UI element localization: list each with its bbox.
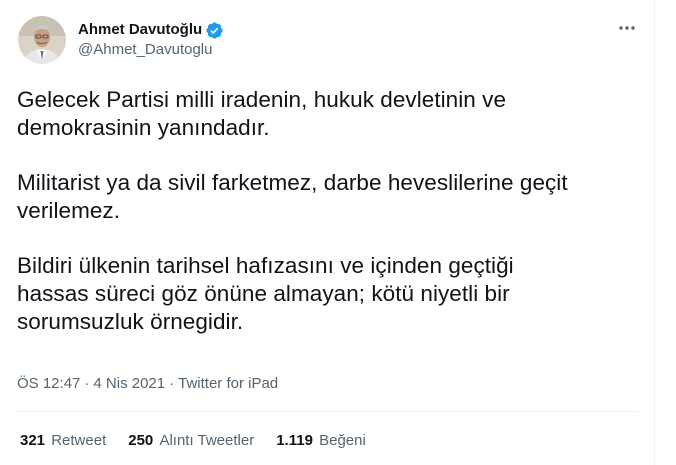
- tweet-paragraph-3: Bildiri ülkenin tarihsel hafızasını ve i…: [17, 252, 647, 336]
- likes-label: Beğeni: [319, 432, 366, 449]
- tweet-line: verilemez.: [17, 198, 121, 223]
- tweet-source-link[interactable]: Twitter for iPad: [178, 375, 278, 392]
- quote-tweets-stat[interactable]: 250 Alıntı Tweetler: [128, 431, 254, 451]
- tweet-paragraph-2: Militarist ya da sivil farketmez, darbe …: [17, 169, 647, 225]
- likes-count: 1.119: [276, 432, 313, 449]
- profile-photo-avatar: [18, 16, 66, 64]
- tweet-text: Gelecek Partisi milli iradenin, hukuk de…: [17, 86, 647, 336]
- retweets-count: 321: [20, 432, 46, 449]
- tweet-line: Bildiri ülkenin tarihsel hafızasını ve i…: [17, 253, 514, 278]
- tweet-card: Ahmet Davutoğlu @Ahmet_Davutoglu Gelecek…: [0, 0, 655, 465]
- likes-stat[interactable]: 1.119 Beğeni: [276, 431, 366, 451]
- divider: [17, 411, 638, 412]
- author-name-row[interactable]: Ahmet Davutoğlu: [78, 20, 224, 40]
- tweet-line: hassas süreci göz önüne almayan; kötü ni…: [17, 281, 510, 306]
- tweet-paragraph-1: Gelecek Partisi milli iradenin, hukuk de…: [17, 86, 647, 142]
- tweet-header: Ahmet Davutoğlu @Ahmet_Davutoglu: [18, 14, 224, 66]
- tweet-line: Gelecek Partisi milli iradenin, hukuk de…: [17, 87, 507, 112]
- meta-separator: ·: [169, 375, 175, 392]
- tweet-line: Militarist ya da sivil farketmez, darbe …: [17, 170, 568, 195]
- author-names: Ahmet Davutoğlu @Ahmet_Davutoglu: [78, 20, 224, 60]
- tweet-timestamp-link[interactable]: ÖS 12:47 · 4 Nis 2021: [17, 375, 165, 392]
- tweet-time: ÖS 12:47: [17, 375, 81, 392]
- quote-tweets-count: 250: [128, 432, 154, 449]
- author-handle[interactable]: @Ahmet_Davutoglu: [78, 40, 224, 60]
- meta-separator: ·: [84, 375, 90, 392]
- verified-badge-icon: [205, 21, 224, 40]
- retweets-stat[interactable]: 321 Retweet: [20, 431, 106, 451]
- quote-tweets-label: Alıntı Tweetler: [159, 432, 255, 449]
- retweets-label: Retweet: [51, 432, 107, 449]
- author-name[interactable]: Ahmet Davutoğlu: [78, 20, 202, 40]
- avatar[interactable]: [18, 16, 66, 64]
- tweet-stats: 321 Retweet 250 Alıntı Tweetler 1.119 Be…: [20, 431, 388, 451]
- tweet-date: 4 Nis 2021: [93, 375, 166, 392]
- more-dots-icon: [619, 26, 635, 30]
- tweet-line: sorumsuzluk örnegidir.: [17, 309, 244, 334]
- tweet-line: demokrasinin yanındadır.: [17, 115, 270, 140]
- more-options-button[interactable]: [612, 18, 642, 38]
- tweet-meta: ÖS 12:47 · 4 Nis 2021 · Twitter for iPad: [17, 374, 278, 394]
